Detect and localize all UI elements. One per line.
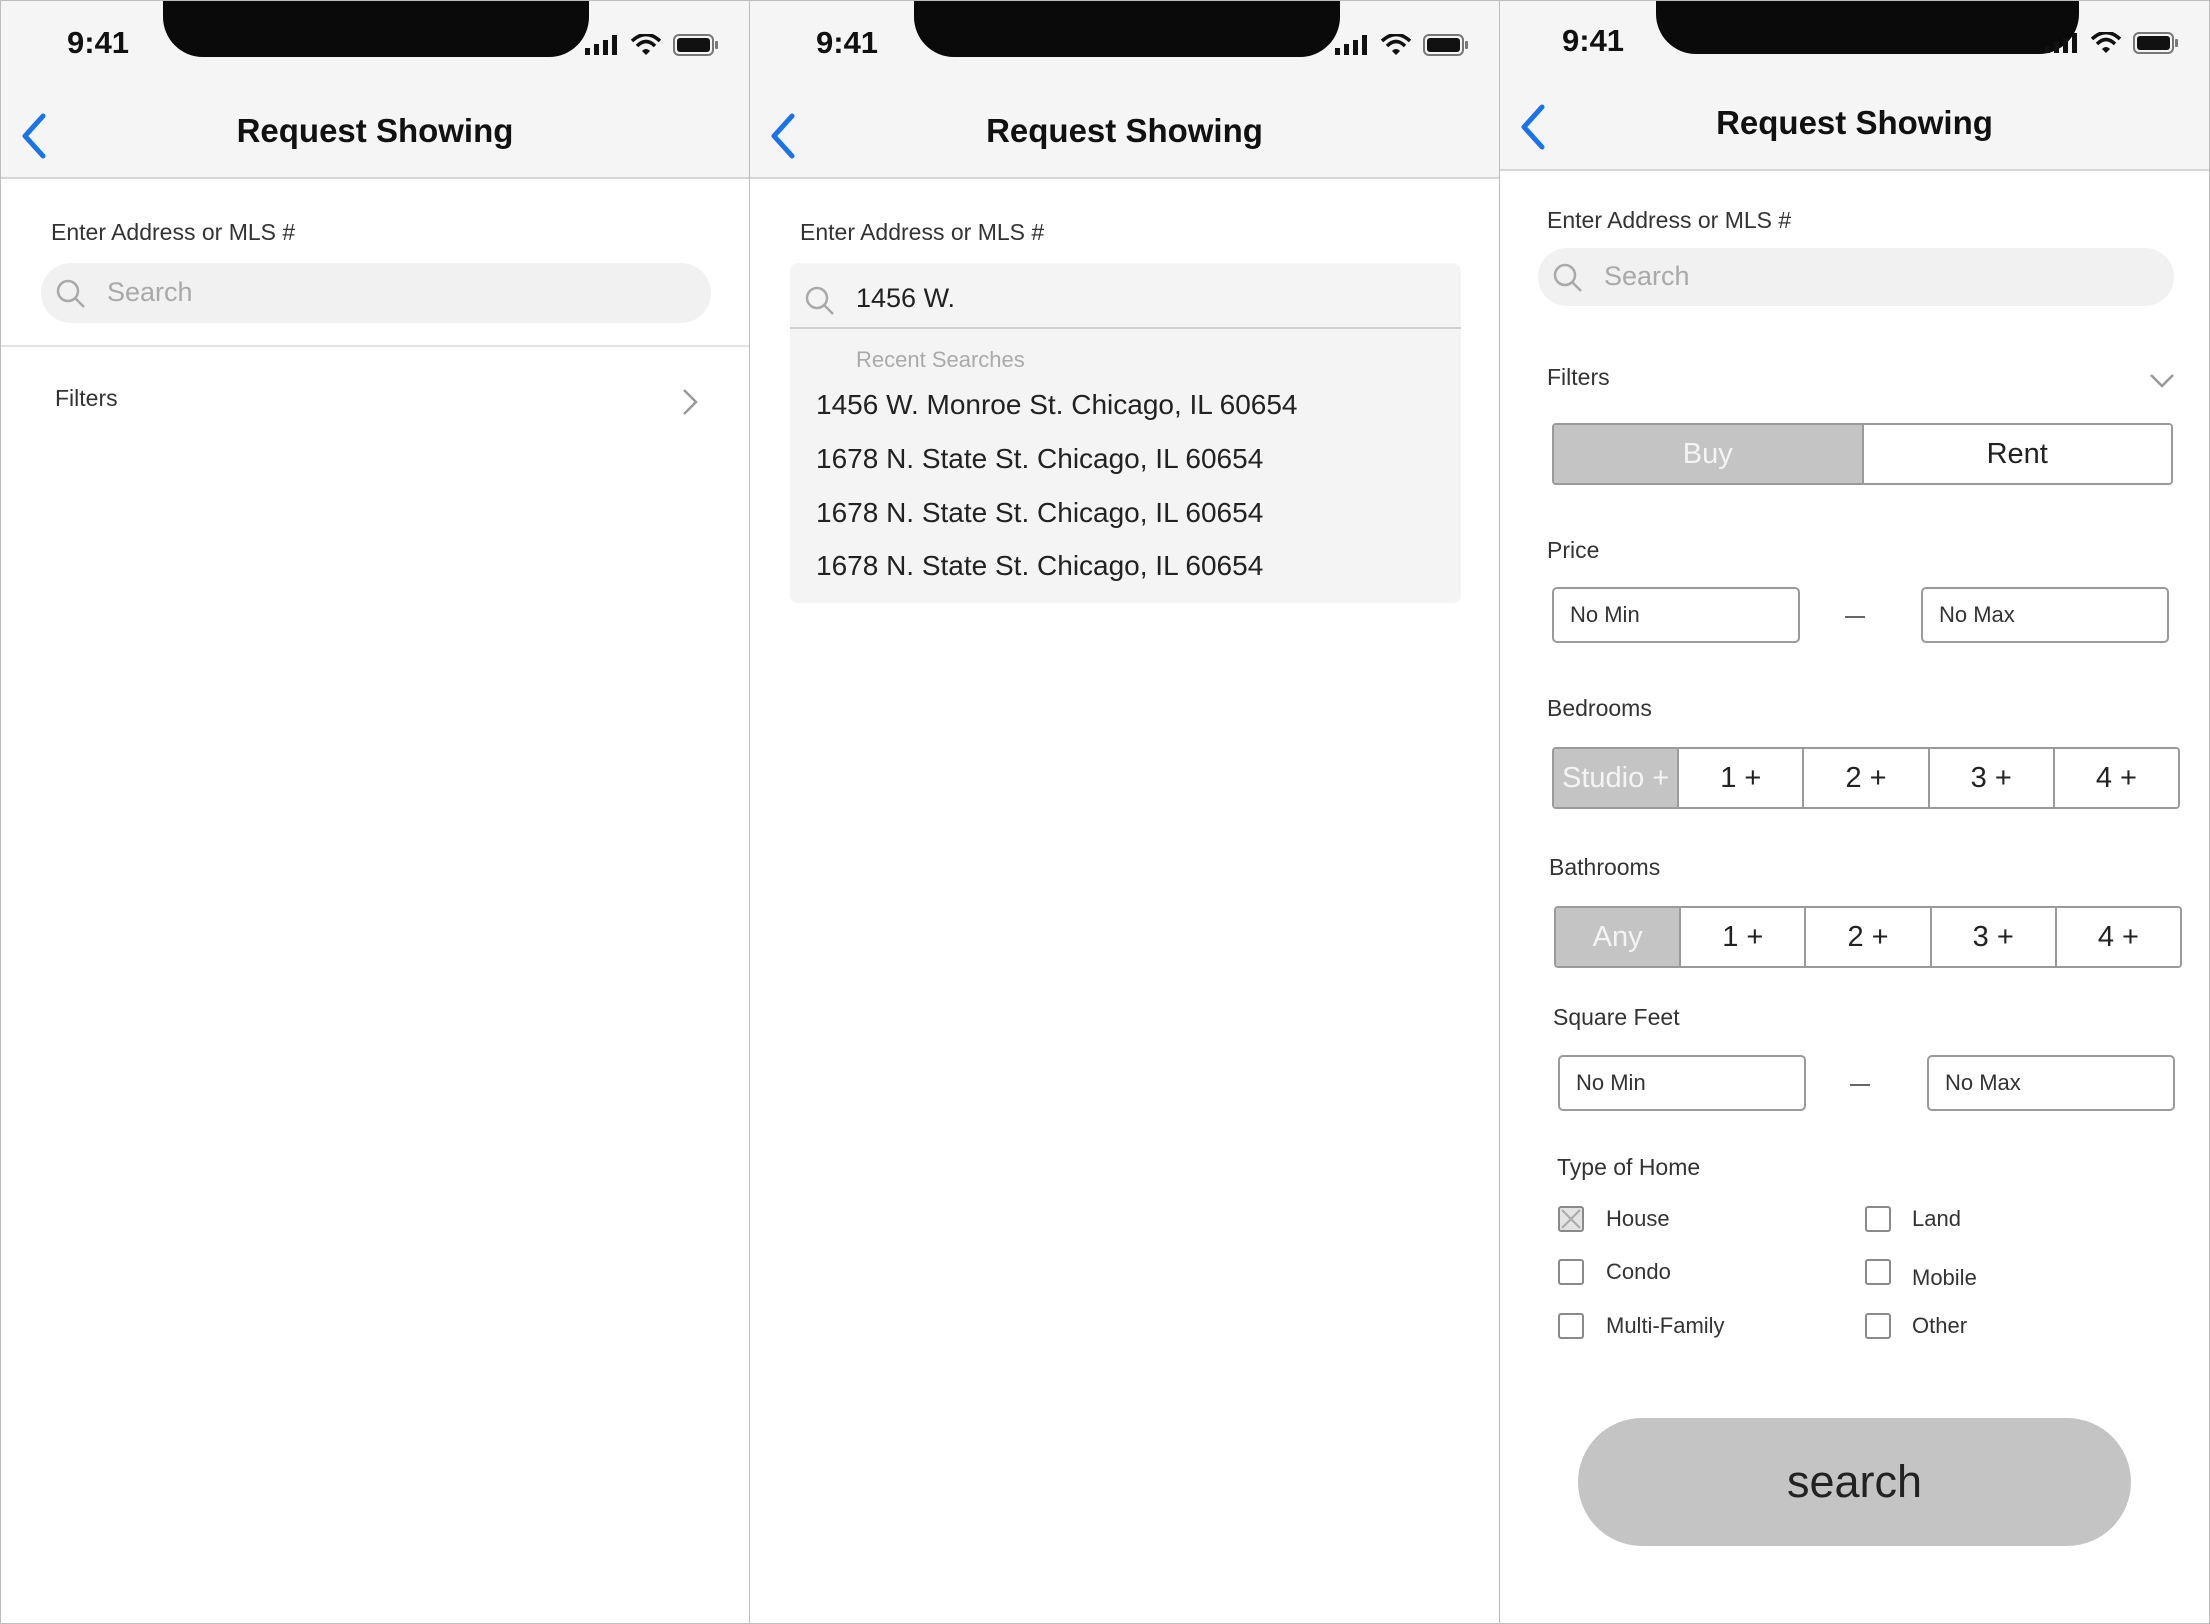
search-label: Enter Address or MLS # (800, 219, 1045, 245)
bedrooms-option-2[interactable]: 2 + (1804, 749, 1930, 807)
nav-header: Request Showing (1500, 91, 2209, 171)
condo-label: Condo (1606, 1259, 1671, 1284)
other-label: Other (1912, 1313, 1968, 1338)
status-bar: 9:41 (1, 1, 749, 96)
bedrooms-option-3[interactable]: 3 + (1929, 749, 2055, 807)
chevron-right-icon (683, 389, 698, 415)
bathrooms-option-any[interactable]: Any (1556, 908, 1682, 966)
battery-icon (673, 34, 718, 56)
recent-search-item[interactable]: 1678 N. State St. Chicago, IL 60654 (816, 443, 1263, 475)
wifi-icon (631, 34, 661, 55)
buy-option[interactable]: Buy (1554, 425, 1864, 483)
multi-family-label: Multi-Family (1606, 1313, 1725, 1338)
search-input[interactable]: Search (41, 263, 711, 323)
chevron-down-icon (2150, 374, 2174, 388)
mobile-label: Mobile (1912, 1265, 1977, 1290)
bathrooms-option-3[interactable]: 3 + (1931, 908, 2057, 966)
bathrooms-option-2[interactable]: 2 + (1806, 908, 1932, 966)
autocomplete-dropdown: 1456 W. Recent Searches 1456 W. Monroe S… (790, 263, 1461, 603)
filters-label: Filters (55, 385, 118, 411)
recent-searches-label: Recent Searches (856, 347, 1025, 372)
nav-header: Request Showing (750, 96, 1499, 179)
page-title: Request Showing (1716, 104, 1993, 141)
divider (1, 345, 749, 347)
screen-request-showing-autocomplete: 9:41 Request Showing Enter Address or ML… (749, 0, 1500, 1624)
status-time: 9:41 (1562, 23, 1625, 58)
bedrooms-option-studio[interactable]: Studio + (1554, 749, 1680, 807)
search-input[interactable]: 1456 W. (790, 263, 1461, 329)
house-label: House (1606, 1206, 1670, 1231)
search-icon (1553, 263, 1582, 292)
bathrooms-option-1[interactable]: 1 + (1681, 908, 1807, 966)
sqft-min-field[interactable]: No Min (1558, 1055, 1806, 1111)
page-title: Request Showing (236, 112, 514, 149)
price-min-field[interactable]: No Min (1552, 587, 1800, 643)
search-icon (805, 286, 834, 315)
other-checkbox[interactable] (1865, 1313, 1891, 1339)
price-label: Price (1547, 537, 1600, 563)
wifi-icon (2091, 32, 2121, 53)
recent-search-item[interactable]: 1456 W. Monroe St. Chicago, IL 60654 (816, 389, 1297, 421)
status-time: 9:41 (816, 25, 879, 60)
recent-search-item[interactable]: 1678 N. State St. Chicago, IL 60654 (816, 550, 1263, 582)
filters-row[interactable]: Filters (1, 371, 749, 431)
device-notch (1656, 1, 2079, 54)
bedrooms-selector: Studio + 1 + 2 + 3 + 4 + (1552, 747, 2180, 809)
land-label: Land (1912, 1206, 1961, 1231)
wifi-icon (1381, 34, 1411, 55)
signal-icon (585, 35, 617, 55)
recent-search-item[interactable]: 1678 N. State St. Chicago, IL 60654 (816, 497, 1263, 529)
filters-label: Filters (1547, 364, 1610, 390)
battery-icon (1423, 34, 1468, 56)
bedrooms-label: Bedrooms (1547, 695, 1652, 721)
price-max-field[interactable]: No Max (1921, 587, 2169, 643)
nav-header: Request Showing (1, 96, 749, 179)
bathrooms-label: Bathrooms (1549, 854, 1661, 880)
bedrooms-option-1[interactable]: 1 + (1679, 749, 1805, 807)
bathrooms-option-4[interactable]: 4 + (2056, 908, 2180, 966)
status-icons (585, 34, 719, 56)
bathrooms-selector: Any 1 + 2 + 3 + 4 + (1554, 906, 2182, 968)
screen-request-showing: 9:41 Request Showing Enter Address or ML… (0, 0, 750, 1624)
range-separator (1845, 616, 1865, 618)
status-time: 9:41 (67, 25, 130, 60)
search-value: 1456 W. (856, 283, 956, 313)
filters-row[interactable]: Filters (1500, 359, 2209, 399)
search-placeholder: Search (107, 277, 193, 307)
multi-family-checkbox[interactable] (1558, 1313, 1584, 1339)
square-feet-label: Square Feet (1553, 1004, 1680, 1030)
search-input[interactable]: Search (1538, 248, 2174, 306)
sqft-max-field[interactable]: No Max (1927, 1055, 2175, 1111)
rent-option[interactable]: Rent (1863, 425, 2171, 483)
page-title: Request Showing (986, 112, 1263, 149)
search-placeholder: Search (1604, 261, 1690, 291)
house-checkbox[interactable] (1558, 1206, 1584, 1232)
search-icon (56, 279, 85, 308)
device-notch (163, 1, 589, 57)
type-of-home-label: Type of Home (1557, 1154, 1701, 1180)
search-label: Enter Address or MLS # (51, 219, 296, 245)
status-icons (2045, 32, 2179, 54)
screen-request-showing-filters: 9:41 Request Showing Enter Address or ML… (1499, 0, 2210, 1624)
search-button[interactable]: search (1578, 1418, 2131, 1546)
land-checkbox[interactable] (1865, 1206, 1891, 1232)
mobile-checkbox[interactable] (1865, 1259, 1891, 1285)
status-bar: 9:41 (750, 1, 1499, 96)
search-label: Enter Address or MLS # (1547, 207, 1792, 233)
status-icons (1335, 34, 1469, 56)
signal-icon (2045, 33, 2077, 53)
signal-icon (1335, 35, 1367, 55)
status-bar: 9:41 (1500, 1, 2209, 96)
listing-type-toggle: Buy Rent (1552, 423, 2173, 485)
device-notch (914, 1, 1340, 57)
check-x-icon (1561, 1209, 1581, 1229)
battery-icon (2133, 32, 2178, 54)
condo-checkbox[interactable] (1558, 1259, 1584, 1285)
bedrooms-option-4[interactable]: 4 + (2054, 749, 2178, 807)
range-separator (1850, 1084, 1870, 1086)
